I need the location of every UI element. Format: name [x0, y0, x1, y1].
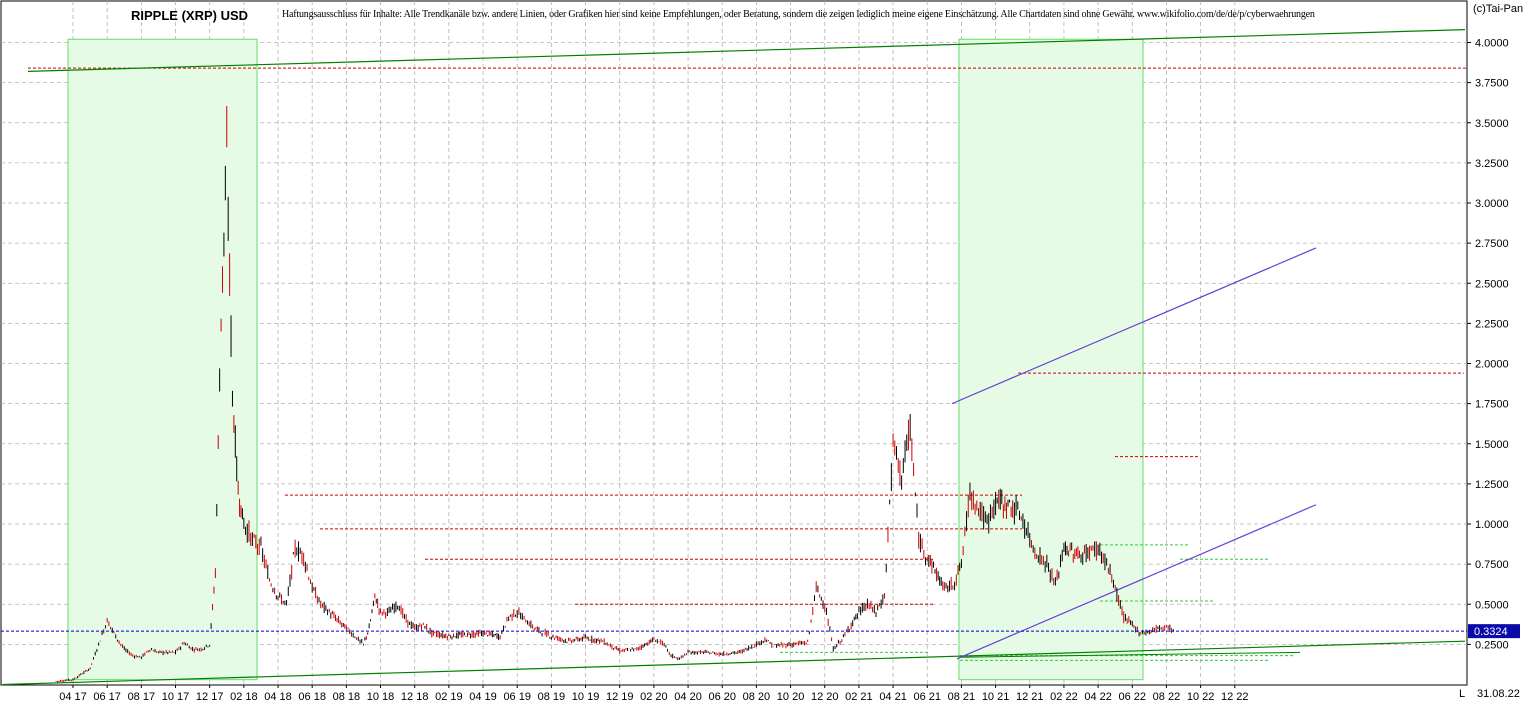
y-tick-label: 2.5000: [1475, 278, 1509, 290]
current-price-label: 0.3324: [1474, 626, 1508, 638]
x-tick-label: 02 20: [640, 691, 668, 703]
x-tick-label: 06 20: [708, 691, 736, 703]
x-tick-label: 10 17: [162, 691, 190, 703]
x-tick-label: 12 20: [811, 691, 839, 703]
y-tick-label: 3.0000: [1475, 198, 1509, 210]
x-tick-label: 04 17: [59, 691, 87, 703]
y-tick-label: 1.0000: [1475, 519, 1509, 531]
x-tick-label: 10 22: [1187, 691, 1215, 703]
date-stamp: 31.08.22: [1477, 688, 1520, 700]
y-tick-label: 3.7500: [1475, 78, 1509, 90]
y-tick-label: 1.7500: [1475, 399, 1509, 411]
x-tick-label: 10 20: [777, 691, 805, 703]
y-axis: 0.2500 0.5000 0.7500 1.0000 1.2500 1.5000 1.75…: [1467, 38, 1509, 651]
x-tick-label: 06 19: [503, 691, 531, 703]
x-tick-label: 04 21: [879, 691, 907, 703]
price-chart: 0.2500 0.5000 0.7500 1.0000 1.2500 1.5000 1.75…: [0, 0, 1520, 703]
x-tick-label: 08 21: [948, 691, 976, 703]
y-tick-label: 0.2500: [1475, 639, 1509, 651]
x-tick-label: 04 22: [1084, 691, 1112, 703]
x-tick-label: 08 17: [128, 691, 156, 703]
x-tick-label: 04 18: [264, 691, 292, 703]
x-tick-label: 10 21: [982, 691, 1010, 703]
x-tick-label: 02 21: [845, 691, 873, 703]
highlight-zone: [958, 38, 1144, 681]
chart-title: RIPPLE (XRP) USD: [131, 8, 249, 23]
x-tick-label: 06 22: [1119, 691, 1147, 703]
x-tick-label: 12 22: [1221, 691, 1249, 703]
y-tick-label: 4.0000: [1475, 38, 1509, 50]
x-tick-label: 08 19: [538, 691, 566, 703]
highlight-zone: [67, 38, 258, 681]
x-axis: 04 17 06 17 08 17 10 17 12 17 02 18 04 18 06 18…: [59, 685, 1249, 703]
x-tick-label: 04 19: [469, 691, 497, 703]
y-tick-label: 0.5000: [1475, 599, 1509, 611]
y-tick-label: 1.2500: [1475, 479, 1509, 491]
x-tick-label: 04 20: [674, 691, 702, 703]
x-tick-label: 02 19: [435, 691, 463, 703]
x-tick-label: 06 18: [298, 691, 326, 703]
y-tick-label: 0.7500: [1475, 559, 1509, 571]
x-tick-label: 08 20: [743, 691, 771, 703]
disclaimer-text: Haftungsausschluss für Inhalte: Alle Tre…: [282, 9, 1315, 20]
x-tick-label: 08 18: [333, 691, 361, 703]
x-tick-label: 12 17: [196, 691, 224, 703]
x-tick-label: 08 22: [1153, 691, 1181, 703]
x-tick-label: 06 17: [93, 691, 121, 703]
y-tick-label: 2.7500: [1475, 238, 1509, 250]
scale-mode-label[interactable]: L: [1459, 688, 1465, 700]
x-tick-label: 02 22: [1050, 691, 1078, 703]
copyright-label: (c)Tai-Pan: [1473, 3, 1524, 15]
x-tick-label: 12 18: [401, 691, 429, 703]
x-tick-label: 12 21: [1016, 691, 1044, 703]
x-tick-label: 06 21: [913, 691, 941, 703]
x-tick-label: 02 18: [230, 691, 258, 703]
x-tick-label: 12 19: [606, 691, 634, 703]
y-tick-label: 3.5000: [1475, 118, 1509, 130]
y-tick-label: 2.2500: [1475, 318, 1509, 330]
x-tick-label: 10 19: [572, 691, 600, 703]
y-tick-label: 1.5000: [1475, 439, 1509, 451]
y-tick-label: 3.2500: [1475, 158, 1509, 170]
y-tick-label: 2.0000: [1475, 359, 1509, 371]
x-tick-label: 10 18: [367, 691, 395, 703]
